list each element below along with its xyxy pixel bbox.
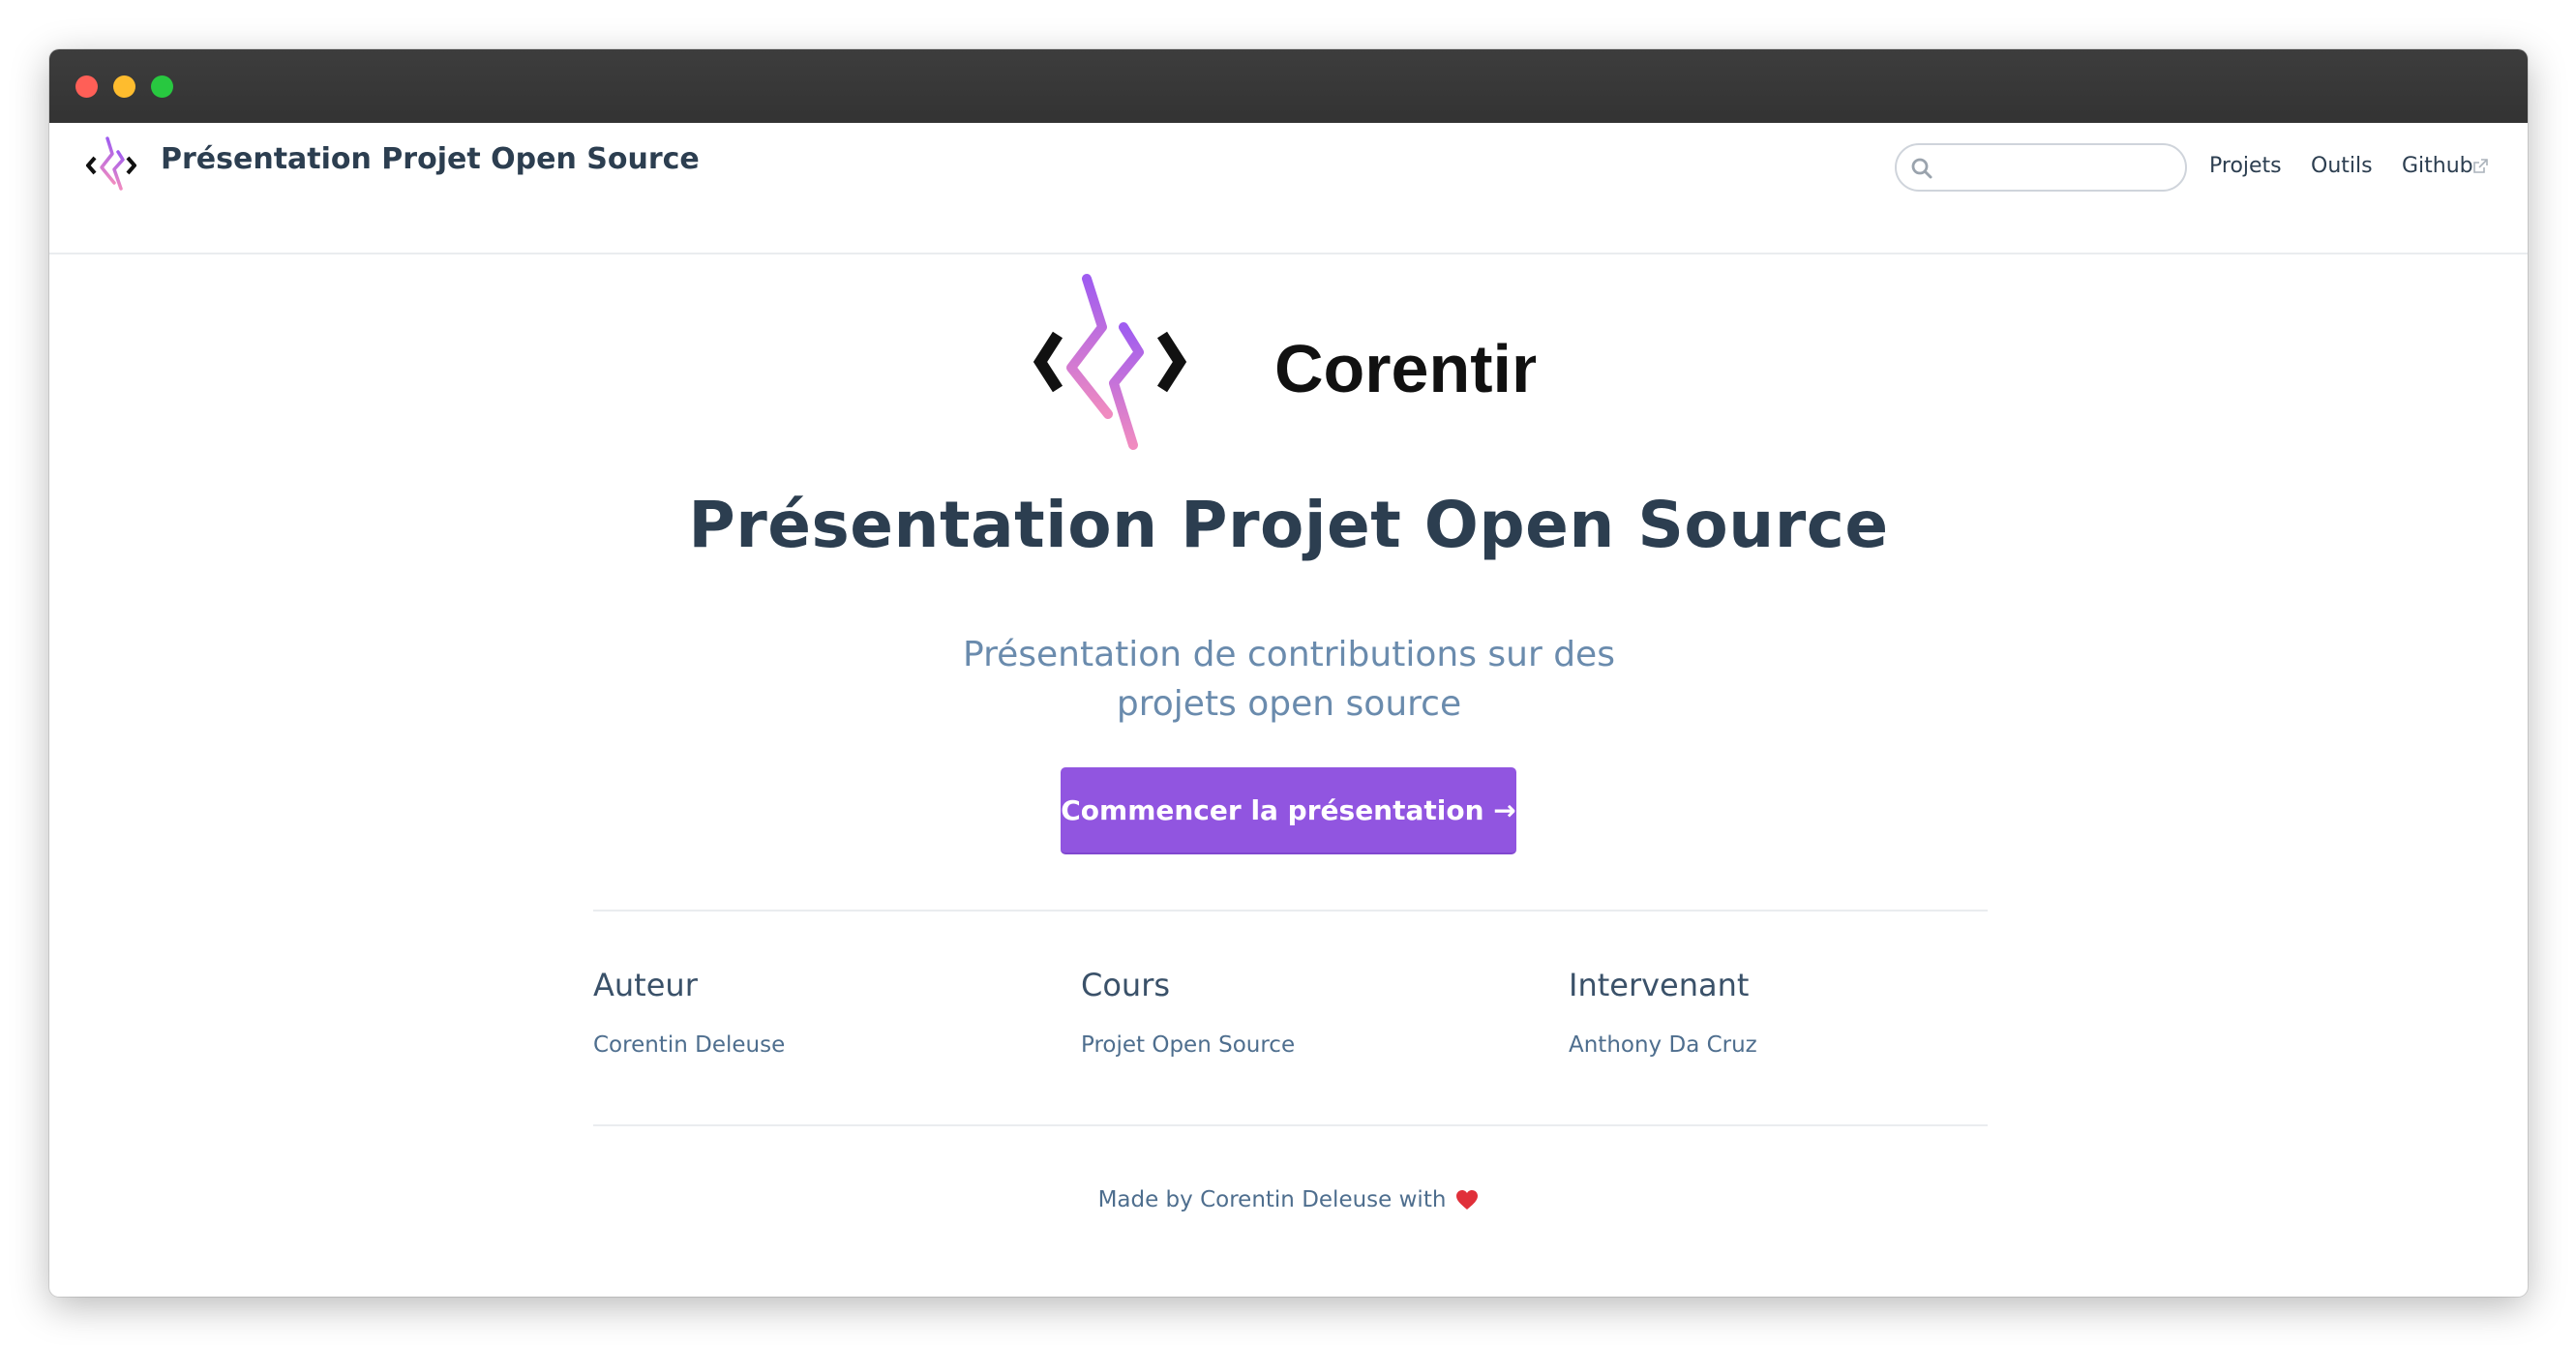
close-window-button[interactable] <box>75 75 98 98</box>
browser-window: Présentation Projet Open Source Projets … <box>49 49 2528 1297</box>
hero-logo: Corentin D . <box>1033 274 1536 450</box>
feature-title: Intervenant <box>1569 967 1750 1003</box>
feature-course: Cours Projet Open Source <box>1081 967 1536 1058</box>
feature-details: Corentin Deleuse <box>593 1032 786 1058</box>
start-presentation-button[interactable]: Commencer la présentation → <box>1061 767 1516 854</box>
navbar: Présentation Projet Open Source Projets … <box>49 123 2528 254</box>
hero-description: Présentation de contributions sur des pr… <box>963 635 1615 724</box>
lightning-bracket-icon <box>1033 274 1187 450</box>
feature-details: Anthony Da Cruz <box>1569 1032 1757 1058</box>
logo-text: Corentin D <box>1274 331 1536 406</box>
heart-icon <box>1456 1190 1479 1210</box>
divider <box>593 910 1988 912</box>
footer: Made by Corentin Deleuse with <box>49 1187 2528 1212</box>
window-titlebar <box>49 49 2528 123</box>
site-logo-icon[interactable] <box>86 134 136 191</box>
nav-link-outils[interactable]: Outils <box>2311 154 2373 178</box>
feature-speaker: Intervenant Anthony Da Cruz <box>1569 967 2023 1058</box>
feature-details: Projet Open Source <box>1081 1032 1296 1058</box>
nav-link-projets[interactable]: Projets <box>2209 154 2282 178</box>
divider <box>593 1124 1988 1126</box>
feature-title: Auteur <box>593 967 698 1003</box>
search-input[interactable] <box>1939 151 2175 186</box>
minimize-window-button[interactable] <box>113 75 135 98</box>
nav-link-github[interactable]: Github <box>2402 154 2473 178</box>
feature-title: Cours <box>1081 967 1171 1003</box>
external-link-icon <box>2473 159 2488 173</box>
search-icon <box>1911 158 1932 179</box>
footer-text: Made by Corentin Deleuse with <box>1097 1187 1447 1212</box>
feature-author: Auteur Corentin Deleuse <box>593 967 1048 1058</box>
search-box[interactable] <box>1895 143 2187 192</box>
site-title[interactable]: Présentation Projet Open Source <box>161 142 700 176</box>
hero-title: Présentation Projet Open Source <box>688 488 1889 562</box>
maximize-window-button[interactable] <box>151 75 173 98</box>
